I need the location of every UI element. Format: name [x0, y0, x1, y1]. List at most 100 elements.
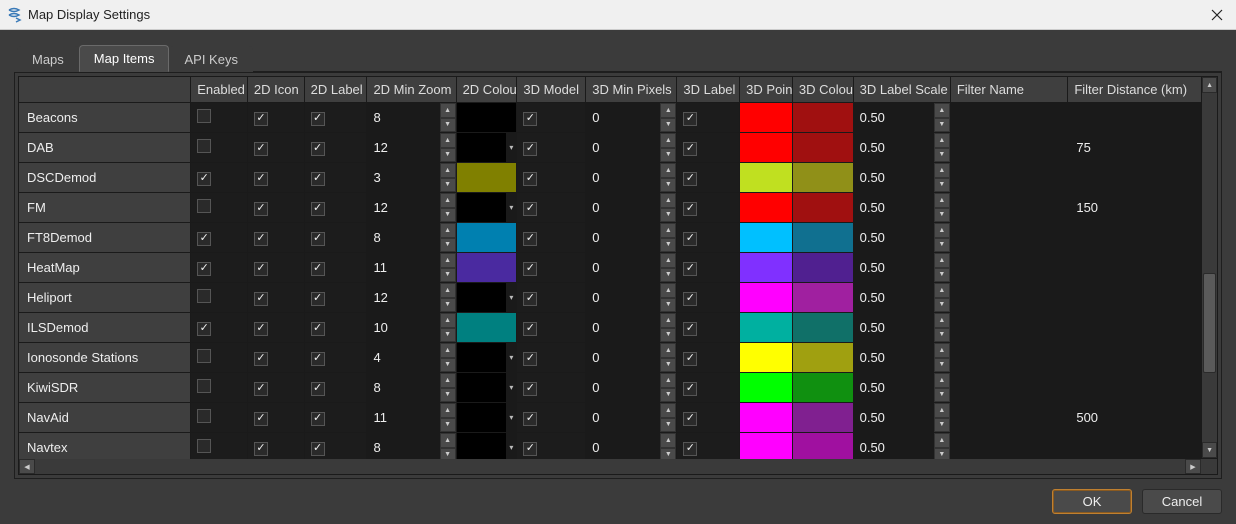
spin-down-icon[interactable]: ▼ [934, 328, 950, 343]
column-header[interactable] [19, 77, 191, 103]
cancel-button[interactable]: Cancel [1142, 489, 1222, 514]
filter-distance-input[interactable]: 75 [1068, 133, 1201, 162]
spin-down-icon[interactable]: ▼ [660, 268, 676, 283]
spin-down-icon[interactable]: ▼ [934, 238, 950, 253]
filter-name-input[interactable] [951, 343, 1068, 372]
scroll-right-icon[interactable]: ▶ [1185, 459, 1201, 474]
labelscale3d-spinner-value[interactable]: 0.50 [854, 313, 934, 342]
minzoom2d-spinner-value[interactable]: 8 [367, 223, 439, 252]
point3d-picker[interactable] [740, 253, 792, 282]
scroll-left-icon[interactable]: ◀ [19, 459, 35, 474]
minpixels3d-spinner[interactable]: 0 ▲▼ [586, 313, 676, 342]
colour3d-picker[interactable] [793, 193, 853, 222]
column-header[interactable]: Filter Name [950, 77, 1068, 103]
enabled-checkbox[interactable] [197, 409, 211, 423]
label3d-checkbox[interactable] [683, 442, 697, 456]
colour3d-picker[interactable] [793, 433, 853, 462]
colour2d-picker-swatch[interactable] [457, 403, 507, 432]
scroll-up-icon[interactable]: ▲ [1202, 77, 1217, 93]
colour3d-picker-swatch[interactable] [793, 103, 853, 132]
labelscale3d-spinner-value[interactable]: 0.50 [854, 403, 934, 432]
colour3d-picker[interactable] [793, 223, 853, 252]
model3d-checkbox[interactable] [523, 322, 537, 336]
enabled-checkbox[interactable] [197, 322, 211, 336]
minpixels3d-spinner[interactable]: 0 ▲▼ [586, 373, 676, 402]
scroll-thumb[interactable] [1203, 273, 1216, 373]
enabled-checkbox[interactable] [197, 289, 211, 303]
spin-up-icon[interactable]: ▲ [660, 373, 676, 388]
spin-up-icon[interactable]: ▲ [934, 133, 950, 148]
column-header[interactable]: Enabled [191, 77, 248, 103]
spin-up-icon[interactable]: ▲ [440, 223, 456, 238]
minzoom2d-spinner[interactable]: 8 ▲▼ [367, 103, 455, 132]
colour2d-picker-swatch[interactable] [457, 343, 507, 372]
filter-name-input[interactable] [951, 103, 1068, 132]
minpixels3d-spinner-value[interactable]: 0 [586, 343, 660, 372]
labelscale3d-spinner-value[interactable]: 0.50 [854, 133, 934, 162]
label2d-checkbox[interactable] [311, 292, 325, 306]
spin-down-icon[interactable]: ▼ [440, 178, 456, 193]
ok-button[interactable]: OK [1052, 489, 1132, 514]
spin-down-icon[interactable]: ▼ [660, 208, 676, 223]
scroll-down-icon[interactable]: ▼ [1202, 442, 1217, 458]
spin-up-icon[interactable]: ▲ [934, 343, 950, 358]
column-header[interactable]: 3D Label Scale [853, 77, 950, 103]
model3d-checkbox[interactable] [523, 412, 537, 426]
minzoom2d-spinner[interactable]: 11 ▲▼ [367, 403, 455, 432]
spin-down-icon[interactable]: ▼ [660, 358, 676, 373]
point3d-picker[interactable] [740, 433, 792, 462]
colour2d-picker-swatch[interactable] [457, 163, 517, 192]
colour2d-picker-dropdown[interactable]: ▾ [506, 403, 516, 432]
colour2d-picker-swatch[interactable] [457, 193, 507, 222]
colour2d-picker[interactable]: ▾ [457, 133, 517, 162]
labelscale3d-spinner[interactable]: 0.50 ▲▼ [854, 343, 950, 372]
minpixels3d-spinner[interactable]: 0 ▲▼ [586, 103, 676, 132]
colour2d-picker-swatch[interactable] [457, 433, 507, 462]
minpixels3d-spinner-value[interactable]: 0 [586, 373, 660, 402]
minpixels3d-spinner[interactable]: 0 ▲▼ [586, 403, 676, 432]
colour2d-picker-swatch[interactable] [457, 133, 507, 162]
label2d-checkbox[interactable] [311, 322, 325, 336]
minpixels3d-spinner[interactable]: 0 ▲▼ [586, 283, 676, 312]
vertical-scrollbar[interactable]: ▲ ▼ [1202, 76, 1218, 459]
column-header[interactable]: 3D Model [517, 77, 586, 103]
minpixels3d-spinner-value[interactable]: 0 [586, 103, 660, 132]
minpixels3d-spinner[interactable]: 0 ▲▼ [586, 253, 676, 282]
spin-up-icon[interactable]: ▲ [934, 193, 950, 208]
spin-up-icon[interactable]: ▲ [660, 343, 676, 358]
column-header[interactable]: 2D Label [304, 77, 367, 103]
filter-distance-input[interactable] [1068, 313, 1201, 342]
filter-distance-input[interactable] [1068, 103, 1201, 132]
point3d-picker-swatch[interactable] [740, 433, 792, 462]
minzoom2d-spinner-value[interactable]: 8 [367, 373, 439, 402]
filter-name-input[interactable] [951, 133, 1068, 162]
spin-down-icon[interactable]: ▼ [440, 238, 456, 253]
point3d-picker[interactable] [740, 313, 792, 342]
filter-distance-input[interactable]: 150 [1068, 193, 1201, 222]
model3d-checkbox[interactable] [523, 262, 537, 276]
spin-up-icon[interactable]: ▲ [440, 193, 456, 208]
spin-down-icon[interactable]: ▼ [660, 238, 676, 253]
colour3d-picker-swatch[interactable] [793, 193, 853, 222]
spin-down-icon[interactable]: ▼ [440, 208, 456, 223]
model3d-checkbox[interactable] [523, 352, 537, 366]
spin-up-icon[interactable]: ▲ [934, 253, 950, 268]
spin-down-icon[interactable]: ▼ [440, 118, 456, 133]
spin-down-icon[interactable]: ▼ [440, 328, 456, 343]
enabled-checkbox[interactable] [197, 439, 211, 453]
colour2d-picker[interactable]: ▾ [457, 403, 517, 432]
point3d-picker[interactable] [740, 193, 792, 222]
colour3d-picker[interactable] [793, 373, 853, 402]
label2d-checkbox[interactable] [311, 352, 325, 366]
minzoom2d-spinner-value[interactable]: 12 [367, 133, 439, 162]
spin-up-icon[interactable]: ▲ [660, 133, 676, 148]
minzoom2d-spinner-value[interactable]: 12 [367, 193, 439, 222]
colour2d-picker-dropdown[interactable]: ▾ [506, 283, 516, 312]
icon2d-checkbox[interactable] [254, 172, 268, 186]
minzoom2d-spinner-value[interactable]: 11 [367, 253, 439, 282]
minzoom2d-spinner[interactable]: 3 ▲▼ [367, 163, 455, 192]
label3d-checkbox[interactable] [683, 352, 697, 366]
labelscale3d-spinner[interactable]: 0.50 ▲▼ [854, 403, 950, 432]
label2d-checkbox[interactable] [311, 442, 325, 456]
minpixels3d-spinner[interactable]: 0 ▲▼ [586, 133, 676, 162]
